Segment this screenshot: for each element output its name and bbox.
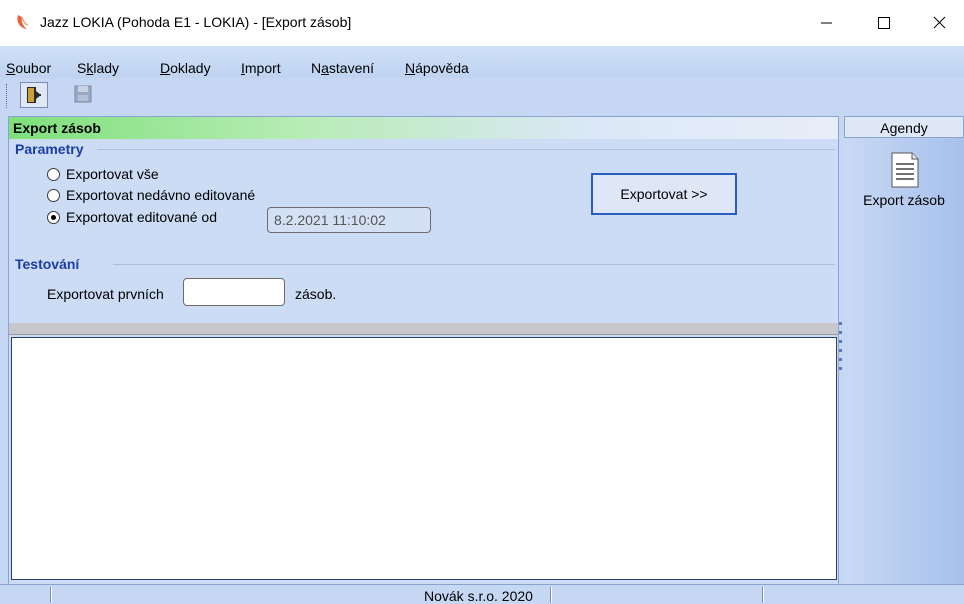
section-title: Export zásob bbox=[13, 120, 101, 136]
status-separator bbox=[50, 587, 52, 603]
status-separator bbox=[550, 587, 552, 603]
option-export-all[interactable]: Exportovat vše bbox=[47, 165, 159, 183]
testovani-label: Testování bbox=[15, 256, 80, 272]
menu-doklady[interactable]: Doklady bbox=[160, 60, 211, 76]
menu-sklady[interactable]: Sklady bbox=[77, 60, 119, 76]
window-title: Jazz LOKIA (Pohoda E1 - LOKIA) - [Export… bbox=[40, 14, 352, 30]
agendy-header[interactable]: Agendy bbox=[844, 116, 964, 138]
save-button[interactable] bbox=[70, 82, 98, 108]
status-company: Novák s.r.o. 2020 bbox=[424, 588, 533, 604]
testovani-divider bbox=[113, 264, 835, 265]
parametry-divider bbox=[97, 149, 835, 150]
status-bar: Novák s.r.o. 2020 bbox=[0, 584, 964, 604]
radio-export-all[interactable] bbox=[47, 167, 60, 181]
minimize-icon bbox=[821, 22, 832, 24]
agendy-panel: Agendy Export zásob bbox=[844, 116, 964, 591]
title-bar: Jazz LOKIA (Pohoda E1 - LOKIA) - [Export… bbox=[0, 0, 964, 46]
exit-door-icon bbox=[27, 87, 41, 103]
save-disk-icon bbox=[74, 85, 92, 103]
count-suffix: zásob. bbox=[295, 286, 337, 302]
status-separator bbox=[762, 587, 764, 603]
option-label: Exportovat vše bbox=[66, 166, 159, 182]
menu-bar: Soubor Sklady Doklady Import Nastavení N… bbox=[0, 46, 964, 78]
section-header: Export zásob bbox=[9, 117, 838, 139]
close-icon bbox=[933, 16, 946, 29]
app-logo-icon bbox=[17, 15, 29, 29]
export-button[interactable]: Exportovat >> bbox=[591, 173, 737, 215]
date-field[interactable]: 8.2.2021 11:10:02 bbox=[267, 207, 431, 233]
maximize-icon bbox=[878, 17, 890, 29]
exit-button[interactable] bbox=[20, 82, 48, 108]
option-label: Exportovat editované od bbox=[66, 209, 217, 225]
menu-napoveda[interactable]: Nápověda bbox=[405, 60, 469, 76]
toolbar-grip[interactable] bbox=[6, 84, 9, 108]
document-icon bbox=[891, 152, 919, 188]
count-input[interactable] bbox=[183, 278, 285, 306]
count-prefix: Exportovat prvních bbox=[47, 286, 164, 302]
panel-splitter[interactable] bbox=[9, 323, 838, 335]
app-frame: Soubor Sklady Doklady Import Nastavení N… bbox=[0, 46, 964, 604]
maximize-button[interactable] bbox=[855, 0, 913, 46]
agendy-title: Agendy bbox=[880, 120, 928, 136]
menu-import[interactable]: Import bbox=[241, 60, 281, 76]
option-export-recent[interactable]: Exportovat nedávno editované bbox=[47, 186, 255, 204]
option-export-since[interactable]: Exportovat editované od bbox=[47, 208, 217, 226]
option-label: Exportovat nedávno editované bbox=[66, 187, 256, 203]
minimize-button[interactable] bbox=[797, 0, 855, 46]
radio-export-since[interactable] bbox=[47, 210, 60, 224]
agendy-item-label: Export zásob bbox=[863, 192, 945, 208]
export-button-label: Exportovat >> bbox=[620, 186, 708, 202]
menu-soubor[interactable]: Soubor bbox=[6, 60, 51, 76]
menu-nastaveni[interactable]: Nastavení bbox=[311, 60, 374, 76]
output-log-area[interactable] bbox=[11, 337, 837, 580]
close-button[interactable] bbox=[913, 0, 964, 46]
radio-export-recent[interactable] bbox=[47, 188, 60, 202]
dock-splitter-handle[interactable] bbox=[839, 322, 843, 377]
export-panel: Export zásob Parametry Exportovat vše Ex… bbox=[8, 116, 839, 591]
toolbar bbox=[0, 78, 964, 112]
parametry-label: Parametry bbox=[15, 141, 84, 157]
